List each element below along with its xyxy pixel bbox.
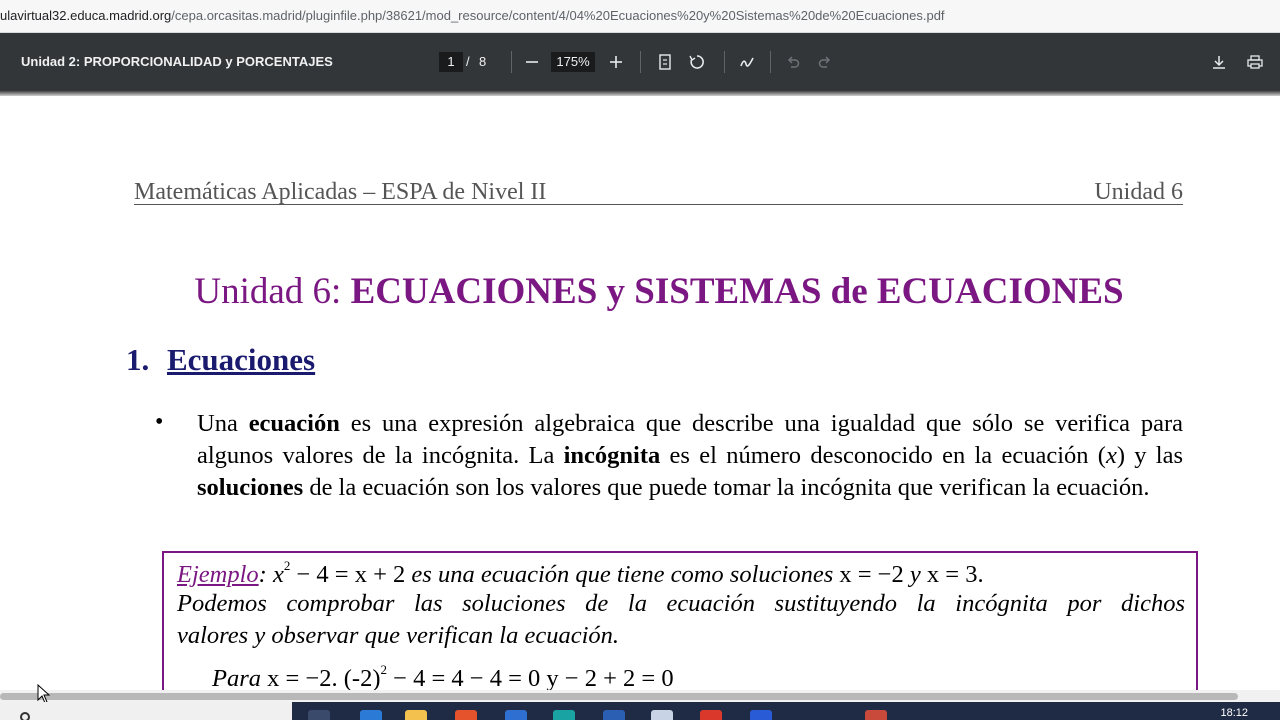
zoom-out-button[interactable] xyxy=(520,50,544,74)
para-text: es el número desconocido en la ecuación … xyxy=(660,442,1106,469)
download-icon xyxy=(1213,56,1225,69)
horizontal-scrollbar[interactable] xyxy=(0,690,1280,702)
example-line-3: valores y observar que verifican la ecua… xyxy=(177,622,620,649)
zoom-in-button[interactable] xyxy=(604,50,628,74)
app-icon[interactable] xyxy=(865,710,887,720)
document-title: Unidad 2: PROPORCIONALIDAD y PORCENTAJES xyxy=(21,54,333,69)
equation-rest: − 4 = x + 2 xyxy=(290,561,406,588)
zoom-input[interactable]: 175% xyxy=(551,52,595,72)
substitution-expr: . (-2) xyxy=(331,665,381,690)
page-header-right: Unidad 6 xyxy=(1094,179,1183,205)
app-icon[interactable] xyxy=(750,710,772,720)
example-label: Ejemplo xyxy=(177,561,259,588)
term-soluciones: soluciones xyxy=(197,474,304,501)
page-separator: / xyxy=(466,54,470,69)
para-text: de la ecuación son los valores que puede… xyxy=(303,474,1150,501)
fit-page-icon xyxy=(659,54,671,70)
example-text: Para xyxy=(212,665,268,690)
page-header-left: Matemáticas Aplicadas – ESPA de Nivel II xyxy=(134,179,547,205)
definition-paragraph: Una ecuación es una expresión algebraica… xyxy=(197,408,1183,504)
para-text: ) y las xyxy=(1116,442,1184,469)
equation-var: x xyxy=(272,561,284,588)
section-title: Ecuaciones xyxy=(167,342,316,377)
toolbar-divider xyxy=(724,51,725,73)
example-line-1: Ejemplo: x2 − 4 = x + 2 es una ecuación … xyxy=(177,558,984,589)
substitution-value: x = −2 xyxy=(267,665,332,690)
term-incognita: incógnita xyxy=(563,442,661,469)
app-icon[interactable] xyxy=(360,710,382,720)
taskbar-clock[interactable]: 18:12 xyxy=(1220,707,1248,719)
pdf-page: Matemáticas Aplicadas – ESPA de Nivel II… xyxy=(0,96,1280,690)
example-line-2: Podemos comprobar las soluciones de la e… xyxy=(177,590,1185,617)
redo-button[interactable] xyxy=(813,50,837,74)
example-colon: : xyxy=(258,561,267,588)
equation: x2 − 4 = x + 2 xyxy=(272,558,406,588)
minus-icon xyxy=(526,61,538,63)
toolbar-divider xyxy=(511,51,512,73)
page-total: 8 xyxy=(479,54,487,69)
url-path: /cepa.orcasitas.madrid/pluginfile.php/38… xyxy=(171,8,945,23)
url-text[interactable]: ulavirtual32.educa.madrid.org/cepa.orcas… xyxy=(0,8,945,23)
edge-icon[interactable] xyxy=(553,710,575,720)
app-icon[interactable] xyxy=(455,710,477,720)
taskbar: 18:12 xyxy=(0,702,1280,720)
bullet-marker: • xyxy=(155,409,164,435)
page-number-input[interactable]: 1 xyxy=(439,52,463,72)
annotate-button[interactable] xyxy=(735,50,759,74)
chrome-icon[interactable] xyxy=(700,710,722,720)
search-icon xyxy=(20,712,30,720)
para-text: Una xyxy=(197,410,249,437)
mouse-cursor-icon xyxy=(37,684,51,704)
header-rule xyxy=(134,204,1183,205)
pdf-toolbar: Unidad 2: PROPORCIONALIDAD y PORCENTAJES… xyxy=(0,33,1280,90)
example-text: es una ecuación que tiene como solucione… xyxy=(405,561,840,588)
fit-page-button[interactable] xyxy=(653,50,677,74)
task-view-icon[interactable] xyxy=(308,710,330,720)
url-host: ulavirtual32.educa.madrid.org xyxy=(0,8,172,23)
variable-x: x xyxy=(1105,442,1117,469)
app-icon[interactable] xyxy=(651,710,673,720)
download-button[interactable] xyxy=(1207,50,1231,74)
taskbar-search[interactable] xyxy=(0,702,292,720)
rotate-button[interactable] xyxy=(685,50,709,74)
example-line-4: Para x = −2. (-2)2 − 4 = 4 − 4 = 0 y − 2… xyxy=(212,662,674,690)
word-icon[interactable] xyxy=(603,710,625,720)
print-icon xyxy=(1247,55,1263,69)
redo-icon xyxy=(818,56,831,68)
example-text: y xyxy=(903,561,927,588)
unit-title-prefix: Unidad 6: xyxy=(194,271,351,312)
example-box: Ejemplo: x2 − 4 = x + 2 es una ecuación … xyxy=(162,551,1198,690)
section-number: 1. xyxy=(126,342,150,377)
draw-icon xyxy=(740,57,754,67)
rotate-icon xyxy=(689,55,704,69)
unit-title-main: ECUACIONES y SISTEMAS de ECUACIONES xyxy=(350,271,1124,312)
solution-1: x = −2 xyxy=(839,561,904,588)
undo-button[interactable] xyxy=(781,50,805,74)
scrollbar-thumb[interactable] xyxy=(0,693,1238,700)
plus-icon xyxy=(610,56,622,68)
undo-icon xyxy=(787,56,800,68)
substitution-result: − 4 = 4 − 4 = 0 y − 2 + 2 = 0 xyxy=(387,665,674,690)
file-explorer-icon[interactable] xyxy=(405,710,427,720)
toolbar-divider xyxy=(640,51,641,73)
unit-title: Unidad 6: ECUACIONES y SISTEMAS de ECUAC… xyxy=(0,270,1280,313)
example-text: . xyxy=(977,561,984,588)
print-button[interactable] xyxy=(1243,50,1267,74)
address-bar[interactable]: ulavirtual32.educa.madrid.org/cepa.orcas… xyxy=(0,0,1280,33)
term-ecuacion: ecuación xyxy=(248,410,340,437)
toolbar-divider xyxy=(770,51,771,73)
solution-2: x = 3 xyxy=(926,561,978,588)
app-icon[interactable] xyxy=(505,710,527,720)
